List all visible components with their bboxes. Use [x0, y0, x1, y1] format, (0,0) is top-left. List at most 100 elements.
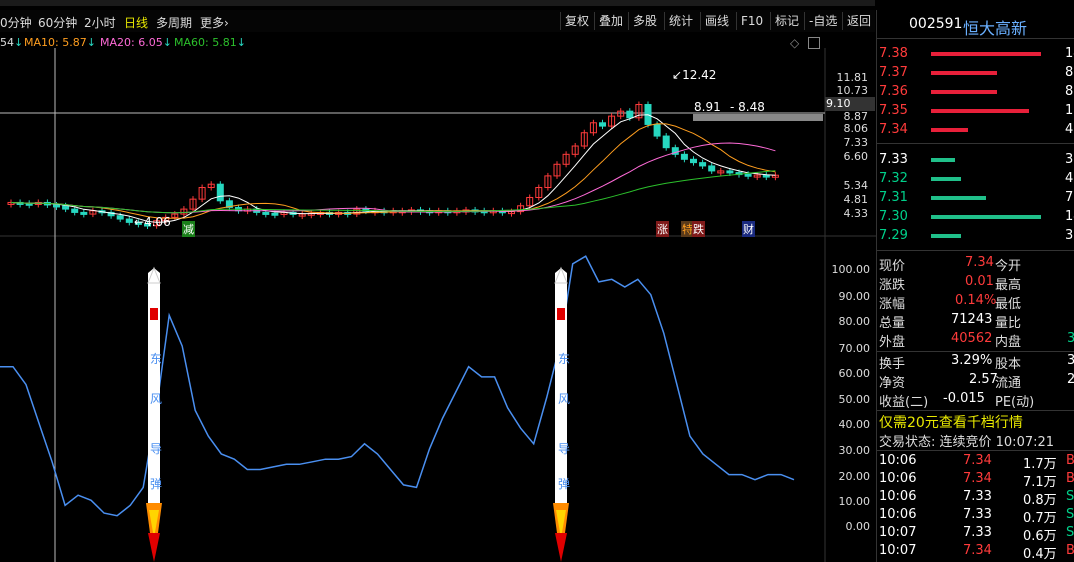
period-60min[interactable]: 60分钟	[38, 14, 77, 31]
indicator-tick: 60.00	[838, 367, 871, 380]
button-adjust[interactable]: 复权	[560, 12, 589, 30]
value-inner: 3	[1067, 331, 1074, 346]
ask-bar	[931, 71, 997, 75]
candle-body	[762, 174, 770, 178]
value-float: 2	[1067, 372, 1074, 387]
annotation-mid2: - 8.48	[730, 100, 765, 114]
label-inner: 内盘	[995, 335, 1022, 350]
bid-bar	[931, 215, 1041, 219]
period-more[interactable]: 更多›	[200, 14, 229, 31]
ask-vol: 8	[1065, 65, 1074, 80]
rocket-icon	[553, 266, 569, 562]
button-draw[interactable]: 画线	[700, 12, 729, 30]
tick-time: 10:06	[879, 507, 917, 522]
bid-price: 7.32	[879, 171, 908, 186]
rocket-signals	[146, 266, 569, 562]
tick-price: 7.34	[963, 471, 992, 486]
candle-body	[216, 183, 224, 202]
label-volume: 总量	[879, 316, 906, 331]
indicator-tick: 20.00	[838, 470, 871, 483]
promo-link[interactable]: 仅需20元查看千档行情	[879, 412, 1023, 432]
indicator-tick: 40.00	[838, 418, 871, 431]
price-tick: 7.33	[843, 136, 869, 149]
label-pe: PE(动)	[995, 395, 1035, 410]
bid-vol: 7	[1065, 190, 1074, 205]
tick-price: 7.33	[963, 525, 992, 540]
mark-finance[interactable]: 财	[742, 221, 755, 237]
button-remove-watch[interactable]: -自选	[804, 12, 837, 30]
candle-body	[71, 208, 79, 213]
price-tick: 4.33	[843, 207, 869, 220]
button-mark[interactable]: 标记	[770, 12, 799, 30]
period-0min[interactable]: 0分钟	[0, 14, 32, 31]
bid-vol: 3	[1065, 152, 1074, 167]
tick-vol: 1.7万	[1023, 457, 1057, 472]
label-outer: 外盘	[879, 335, 906, 350]
candle-body	[653, 123, 661, 137]
ask-bar	[931, 128, 968, 132]
value-capital: 3	[1067, 353, 1074, 368]
quote-panel: 002591 恒大高新 7.38 14 7.37 8 7.36 8 7.35 1…	[876, 10, 1074, 562]
tick-price: 7.33	[963, 507, 992, 522]
tick-side: S	[1066, 507, 1074, 522]
value-now: 7.34	[965, 255, 994, 270]
ma-line	[10, 114, 776, 223]
mark-rise[interactable]: 涨	[656, 221, 669, 237]
chart-area[interactable]	[0, 48, 876, 562]
stock-code: 002591	[909, 16, 963, 32]
tick-side: B	[1066, 471, 1074, 486]
price-tick: 11.81	[836, 71, 869, 84]
button-overlay[interactable]: 叠加	[594, 12, 623, 30]
indicator-line	[0, 255, 795, 517]
ask-vol: 4	[1065, 122, 1074, 137]
moving-average-lines	[10, 114, 776, 223]
candle-body	[699, 162, 707, 167]
candle-body	[744, 173, 752, 177]
button-stats[interactable]: 统计	[664, 12, 693, 30]
period-toolbar: 0分钟 60分钟 2小时 日线 多周期 更多› 复权 叠加 多股 统计 画线 F…	[0, 10, 875, 32]
tick-vol: 0.4万	[1023, 547, 1057, 562]
ask-bar	[931, 52, 1041, 56]
price-tick: 5.34	[843, 179, 869, 192]
label-ratio: 量比	[995, 316, 1022, 331]
tick-price: 7.34	[963, 543, 992, 558]
bid-price: 7.30	[879, 209, 908, 224]
candle-body	[708, 165, 716, 172]
price-tick-highlight: 9.10	[826, 97, 851, 110]
mark-reduce[interactable]: 减	[182, 221, 195, 237]
ma-line	[10, 142, 776, 214]
tick-time: 10:07	[879, 543, 917, 558]
button-multi-stock[interactable]: 多股	[628, 12, 657, 30]
period-multi[interactable]: 多周期	[156, 14, 192, 31]
indicator-tick: 70.00	[838, 342, 871, 355]
tick-time: 10:06	[879, 453, 917, 468]
tick-side: S	[1066, 489, 1074, 504]
ask-price: 7.35	[879, 103, 908, 118]
button-f10[interactable]: F10	[736, 12, 763, 30]
ask-bar	[931, 109, 1029, 113]
bid-bar	[931, 234, 961, 238]
bid-vol: 3	[1065, 228, 1074, 243]
tick-price: 7.34	[963, 453, 992, 468]
bid-price: 7.31	[879, 190, 908, 205]
candle-body	[262, 211, 270, 215]
period-2h[interactable]: 2小时	[84, 14, 116, 31]
rocket-body	[148, 268, 160, 503]
candle-body	[599, 122, 606, 127]
indicator-tick: 30.00	[838, 444, 871, 457]
label-nav: 净资	[879, 376, 906, 391]
candle-body	[80, 211, 88, 215]
period-daily[interactable]: 日线	[124, 14, 148, 31]
bid-bar	[931, 196, 986, 200]
tick-vol: 7.1万	[1023, 475, 1057, 490]
stock-name: 恒大高新	[963, 19, 1028, 38]
ma-line	[10, 170, 776, 214]
tick-side: S	[1066, 525, 1074, 540]
mark-fall[interactable]: 跌	[692, 221, 705, 237]
bid-bar	[931, 158, 955, 162]
indicator-tick: 100.00	[831, 263, 871, 276]
bid-vol: 14	[1065, 209, 1074, 224]
ask-price: 7.38	[879, 46, 908, 61]
tick-side: B	[1066, 453, 1074, 468]
button-back[interactable]: 返回	[842, 12, 871, 30]
